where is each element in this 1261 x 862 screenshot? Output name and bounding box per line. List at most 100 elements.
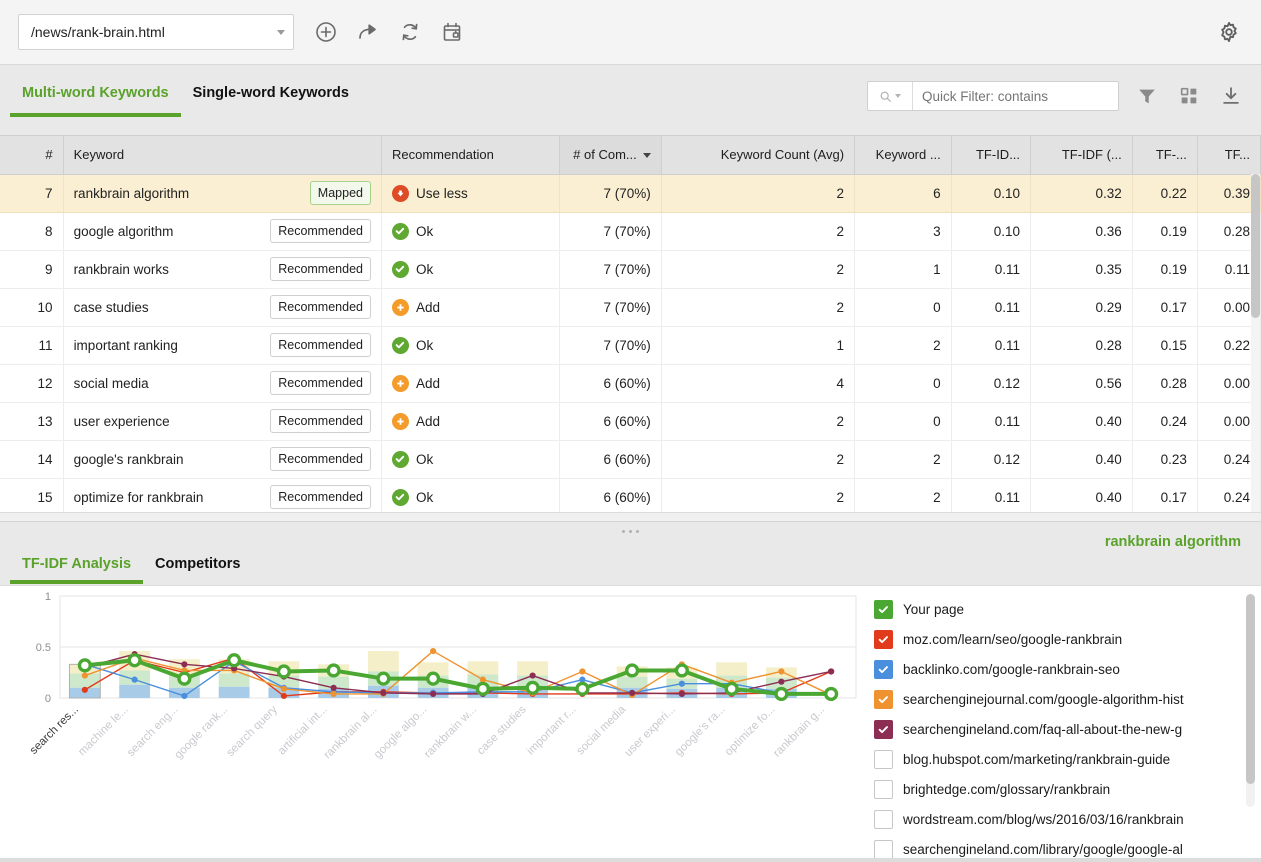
column-header-tfidf3[interactable]: TF-... [1132,136,1197,174]
keyword-status-badge[interactable]: Recommended [270,257,371,282]
cell-kwcount: 2 [661,288,854,326]
table-row[interactable]: 12social mediaRecommendedAdd6 (60%)400.1… [0,364,1261,402]
filter-icon[interactable] [1133,82,1161,110]
keyword-status-badge[interactable]: Recommended [270,485,371,510]
table-row[interactable]: 13user experienceRecommendedAdd6 (60%)20… [0,402,1261,440]
x-axis-tick-label: optimize fo... [723,704,778,759]
legend-item[interactable]: moz.com/learn/seo/google-rankbrain [874,624,1261,654]
recommendation-cell: Add [381,402,559,440]
table-row[interactable]: 9rankbrain worksRecommendedOk7 (70%)210.… [0,250,1261,288]
keyword-tabs-toolbar: Multi-word Keywords Single-word Keywords [0,65,1261,136]
app-root: /news/rank-brain.html [0,0,1261,862]
keyword-cell[interactable]: important rankingRecommended [63,326,381,364]
legend-item-label: searchengineland.com/library/google/goog… [903,842,1183,857]
url-select[interactable]: /news/rank-brain.html [18,14,294,50]
column-header-tfidf1[interactable]: TF-ID... [951,136,1030,174]
table-row[interactable]: 15optimize for rankbrainRecommendedOk6 (… [0,478,1261,516]
legend-item[interactable]: blog.hubspot.com/marketing/rankbrain-gui… [874,744,1261,774]
checkbox-unchecked-icon[interactable] [874,750,893,769]
quick-filter-input[interactable] [913,82,1118,110]
table-row[interactable]: 7rankbrain algorithmMappedUse less7 (70%… [0,174,1261,212]
recommendation-label: Add [416,376,440,391]
column-header-kwcount[interactable]: Keyword Count (Avg) [661,136,854,174]
grid-vertical-scrollbar-thumb[interactable] [1251,174,1260,318]
column-header-recommendation[interactable]: Recommendation [381,136,559,174]
x-axis-tick-label: rankbrain w... [422,704,479,761]
keyword-cell[interactable]: rankbrain algorithm Mapped [63,174,381,212]
checkbox-unchecked-icon[interactable] [874,810,893,829]
keyword-cell[interactable]: social mediaRecommended [63,364,381,402]
keyword-cell[interactable]: google's rankbrainRecommended [63,440,381,478]
legend-item[interactable]: searchenginejournal.com/google-algorithm… [874,684,1261,714]
keyword-cell[interactable]: optimize for rankbrainRecommended [63,478,381,516]
analysis-panel: TF-IDF Analysis Competitors 00.51search … [0,540,1261,862]
keyword-text: rankbrain algorithm [74,186,190,201]
tab-multi-word-keywords[interactable]: Multi-word Keywords [10,85,181,117]
quick-filter-mode-button[interactable] [868,82,913,110]
add-icon[interactable] [312,18,340,46]
column-header-comp[interactable]: # of Com... [560,136,662,174]
checkbox-checked-icon[interactable] [874,660,893,679]
x-axis-tick-label: google rank... [172,704,230,762]
column-header-tfidf4[interactable]: TF... [1197,136,1260,174]
keyword-status-badge[interactable]: Recommended [270,447,371,472]
chevron-down-icon [895,94,901,98]
checkbox-unchecked-icon[interactable] [874,840,893,859]
gear-icon[interactable] [1215,18,1243,46]
keyword-status-badge[interactable]: Recommended [270,333,371,358]
legend-item[interactable]: Your page [874,594,1261,624]
table-row[interactable]: 14google's rankbrainRecommendedOk6 (60%)… [0,440,1261,478]
legend-item[interactable]: brightedge.com/glossary/rankbrain [874,774,1261,804]
tab-competitors[interactable]: Competitors [143,556,252,584]
cell-kw2: 6 [855,174,952,212]
column-header-keyword[interactable]: Keyword [63,136,381,174]
x-axis-tick-label: user experi... [622,704,677,759]
refresh-icon[interactable] [396,18,424,46]
table-row[interactable]: 8google algorithmRecommendedOk7 (70%)230… [0,212,1261,250]
top-toolbar: /news/rank-brain.html [0,0,1261,65]
panel-splitter[interactable] [0,521,1261,540]
column-header-label: TF-... [1156,147,1187,162]
table-row[interactable]: 11important rankingRecommendedOk7 (70%)1… [0,326,1261,364]
column-header-kw2[interactable]: Keyword ... [855,136,952,174]
keyword-status-badge[interactable]: Recommended [270,371,371,396]
column-header-idx[interactable]: # [0,136,63,174]
keyword-status-badge[interactable]: Recommended [270,295,371,320]
legend-vertical-scrollbar-thumb[interactable] [1246,594,1255,784]
cell-tfidf2: 0.29 [1031,288,1133,326]
keyword-cell[interactable]: rankbrain worksRecommended [63,250,381,288]
legend-item[interactable]: searchengineland.com/faq-all-about-the-n… [874,714,1261,744]
legend-vertical-scrollbar[interactable] [1246,594,1255,807]
keyword-cell[interactable]: google algorithmRecommended [63,212,381,250]
recommendation-label: Add [416,414,440,429]
export-icon[interactable] [1217,82,1245,110]
checkbox-checked-icon[interactable] [874,720,893,739]
column-header-tfidf2[interactable]: TF-IDF (... [1031,136,1133,174]
row-index: 13 [0,402,63,440]
table-row[interactable]: 10case studiesRecommendedAdd7 (70%)200.1… [0,288,1261,326]
legend-item[interactable]: backlinko.com/google-rankbrain-seo [874,654,1261,684]
tab-single-word-keywords[interactable]: Single-word Keywords [181,85,361,117]
analysis-panel-body: 00.51search res...machine le...search en… [0,585,1261,862]
checkbox-checked-icon[interactable] [874,600,893,619]
tab-tfidf-analysis[interactable]: TF-IDF Analysis [10,556,143,584]
keyword-status-badge[interactable]: Mapped [310,181,371,206]
keyword-status-badge[interactable]: Recommended [270,219,371,244]
grid-vertical-scrollbar[interactable] [1251,174,1260,513]
grid-horizontal-scroll-area[interactable] [0,512,1261,521]
schedule-icon[interactable] [438,18,466,46]
cell-tfidf1: 0.11 [951,288,1030,326]
cell-kw2: 2 [855,440,952,478]
checkbox-checked-icon[interactable] [874,690,893,709]
checkbox-checked-icon[interactable] [874,630,893,649]
splitter-dot [636,530,639,533]
keyword-cell[interactable]: user experienceRecommended [63,402,381,440]
keyword-cell[interactable]: case studiesRecommended [63,288,381,326]
columns-icon[interactable] [1175,82,1203,110]
cell-kw2: 0 [855,288,952,326]
keyword-status-badge[interactable]: Recommended [270,409,371,434]
legend-item[interactable]: wordstream.com/blog/ws/2016/03/16/rankbr… [874,804,1261,834]
cell-tfidf1: 0.11 [951,402,1030,440]
checkbox-unchecked-icon[interactable] [874,780,893,799]
share-icon[interactable] [354,18,382,46]
